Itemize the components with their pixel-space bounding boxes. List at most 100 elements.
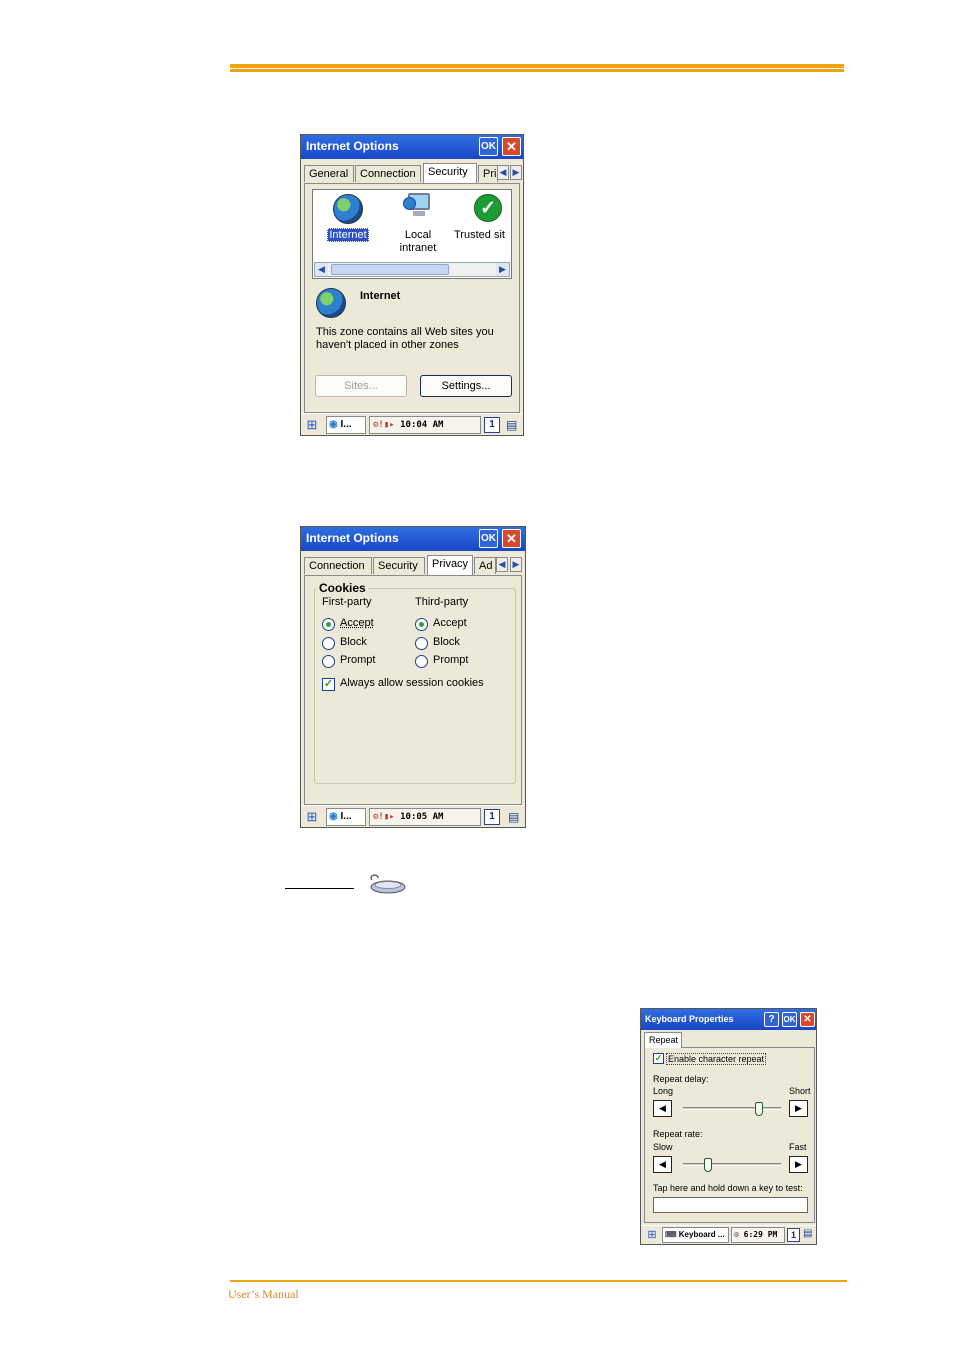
session-cookies-label: Always allow session cookies [340, 677, 484, 689]
tab-privacy[interactable]: Privacy [427, 555, 473, 575]
show-desktop-icon[interactable]: ▤ [506, 418, 520, 432]
scroll-right-icon[interactable]: ▶ [496, 263, 509, 276]
title-bar: Keyboard Properties ? OK ✕ [641, 1009, 816, 1030]
enable-repeat-checkbox[interactable]: ✓ [653, 1053, 664, 1064]
close-button[interactable]: ✕ [502, 137, 521, 156]
tab-general[interactable]: General [304, 165, 354, 182]
tab-security[interactable]: Security [373, 557, 425, 574]
zone-local-intranet[interactable]: Local intranet [393, 229, 443, 255]
tab-connection[interactable]: Connection [304, 557, 372, 574]
test-input[interactable] [653, 1197, 808, 1213]
tab-privacy[interactable]: Pri [478, 165, 498, 182]
settings-button[interactable]: Settings... [420, 375, 512, 397]
zone-detail-icon [316, 288, 346, 318]
rate-increase-button[interactable]: ▶ [789, 1156, 808, 1173]
cookies-group-title: Cookies [317, 581, 368, 595]
ie-icon: ◉ [329, 419, 338, 430]
system-tray: ⚙!▮▸ 10:04 AM [369, 416, 481, 434]
clock[interactable]: 6:29 PM [744, 1230, 778, 1239]
rate-decrease-button[interactable]: ◀ [653, 1156, 672, 1173]
zone-list: Internet Local intranet ✓ Trusted sit ◀ … [312, 189, 512, 279]
header-rule [230, 64, 844, 72]
close-button[interactable]: ✕ [800, 1012, 815, 1027]
delay-slider-track[interactable] [683, 1107, 781, 1110]
third-party-block-label: Block [433, 636, 460, 648]
task-keyboard-icon: ⌨ [665, 1230, 677, 1239]
rate-slider-track[interactable] [683, 1163, 781, 1166]
delay-slider-thumb[interactable] [755, 1102, 764, 1116]
first-party-prompt-radio[interactable] [322, 655, 335, 668]
window-title: Internet Options [306, 139, 399, 153]
zone-scrollbar[interactable]: ◀ ▶ [314, 262, 510, 277]
session-cookies-checkbox[interactable]: ✓ [322, 678, 335, 691]
close-button[interactable]: ✕ [502, 529, 521, 548]
tab-scroll-left-icon[interactable]: ◀ [496, 557, 508, 572]
scroll-thumb[interactable] [331, 264, 449, 275]
sites-button[interactable]: Sites... [315, 375, 407, 397]
ok-button[interactable]: OK [782, 1012, 797, 1027]
keyboard-icon [370, 874, 406, 894]
rate-slow-label: Slow [653, 1142, 673, 1152]
task-keyboard-properties[interactable]: ⌨ Keyboard ... [662, 1227, 729, 1243]
delay-increase-button[interactable]: ▶ [789, 1100, 808, 1117]
first-party-block-label: Block [340, 636, 367, 648]
windows-start-icon[interactable]: ⊞ [643, 1228, 661, 1244]
tab-advanced[interactable]: Ad [474, 557, 496, 574]
third-party-label: Third-party [415, 596, 469, 608]
desktop-number-button[interactable]: 1 [787, 1228, 800, 1242]
delay-long-label: Long [653, 1086, 674, 1096]
underline-blank [285, 888, 354, 889]
task-internet-options[interactable]: ◉ I... [326, 808, 366, 826]
third-party-prompt-label: Prompt [433, 654, 469, 666]
footer-text: User’s Manual [228, 1287, 299, 1301]
enable-repeat-label: Enable character repeat [666, 1053, 767, 1065]
tab-scroll-right-icon[interactable]: ▶ [510, 557, 522, 572]
clock[interactable]: 10:05 AM [400, 812, 443, 822]
desktop-number-button[interactable]: 1 [484, 417, 500, 433]
rate-ticks [684, 1153, 780, 1155]
first-party-accept-radio[interactable] [322, 618, 335, 631]
test-area-label: Tap here and hold down a key to test: [653, 1183, 803, 1193]
third-party-block-radio[interactable] [415, 637, 428, 650]
zone-trusted-sites[interactable]: Trusted sit [454, 229, 514, 241]
show-desktop-icon[interactable]: ▤ [508, 810, 522, 824]
tab-connection[interactable]: Connection [355, 165, 421, 182]
ok-button[interactable]: OK [479, 137, 498, 156]
clock[interactable]: 10:04 AM [400, 420, 443, 430]
tab-scroll-right-icon[interactable]: ▶ [510, 165, 522, 180]
windows-start-icon[interactable]: ⊞ [303, 809, 321, 825]
tab-panel: ✓ Enable character repeat Repeat delay: … [644, 1047, 815, 1223]
tab-security[interactable]: Security [423, 163, 477, 183]
task-internet-options[interactable]: ◉ I... [326, 416, 366, 434]
ie-icon: ◉ [329, 811, 338, 822]
internet-zone-icon[interactable] [333, 194, 363, 224]
trusted-sites-icon[interactable]: ✓ [474, 194, 502, 222]
task-label: I... [340, 419, 352, 430]
first-party-block-radio[interactable] [322, 637, 335, 650]
window-title: Internet Options [306, 531, 399, 545]
help-button[interactable]: ? [764, 1012, 779, 1027]
internet-options-security-window: Internet Options OK ✕ General Connection… [300, 134, 524, 436]
ok-button[interactable]: OK [479, 529, 498, 548]
delay-decrease-button[interactable]: ◀ [653, 1100, 672, 1117]
local-intranet-icon[interactable] [403, 193, 431, 221]
desktop-number-button[interactable]: 1 [484, 809, 500, 825]
windows-start-icon[interactable]: ⊞ [303, 417, 321, 433]
tray-icons: ⚙!▮▸ [373, 812, 395, 822]
title-bar: Internet Options OK ✕ [301, 527, 525, 551]
task-label: Keyboard ... [678, 1230, 725, 1239]
show-desktop-icon[interactable]: ▤ [803, 1228, 816, 1242]
scroll-left-icon[interactable]: ◀ [315, 263, 328, 276]
delay-ticks [684, 1097, 780, 1099]
repeat-delay-label: Repeat delay: [653, 1074, 709, 1084]
tab-scroll-left-icon[interactable]: ◀ [497, 165, 509, 180]
zone-internet[interactable]: Internet [323, 228, 373, 242]
tab-repeat[interactable]: Repeat [644, 1032, 682, 1048]
third-party-accept-radio[interactable] [415, 618, 428, 631]
task-label: I... [340, 811, 352, 822]
taskbar: ⊞ ◉ I... ⚙!▮▸ 10:05 AM 1 ▤ [301, 805, 525, 827]
rate-slider-thumb[interactable] [703, 1158, 712, 1172]
third-party-prompt-radio[interactable] [415, 655, 428, 668]
window-title: Keyboard Properties [645, 1014, 734, 1024]
keyboard-properties-window: Keyboard Properties ? OK ✕ Repeat ✓ Enab… [640, 1008, 817, 1245]
